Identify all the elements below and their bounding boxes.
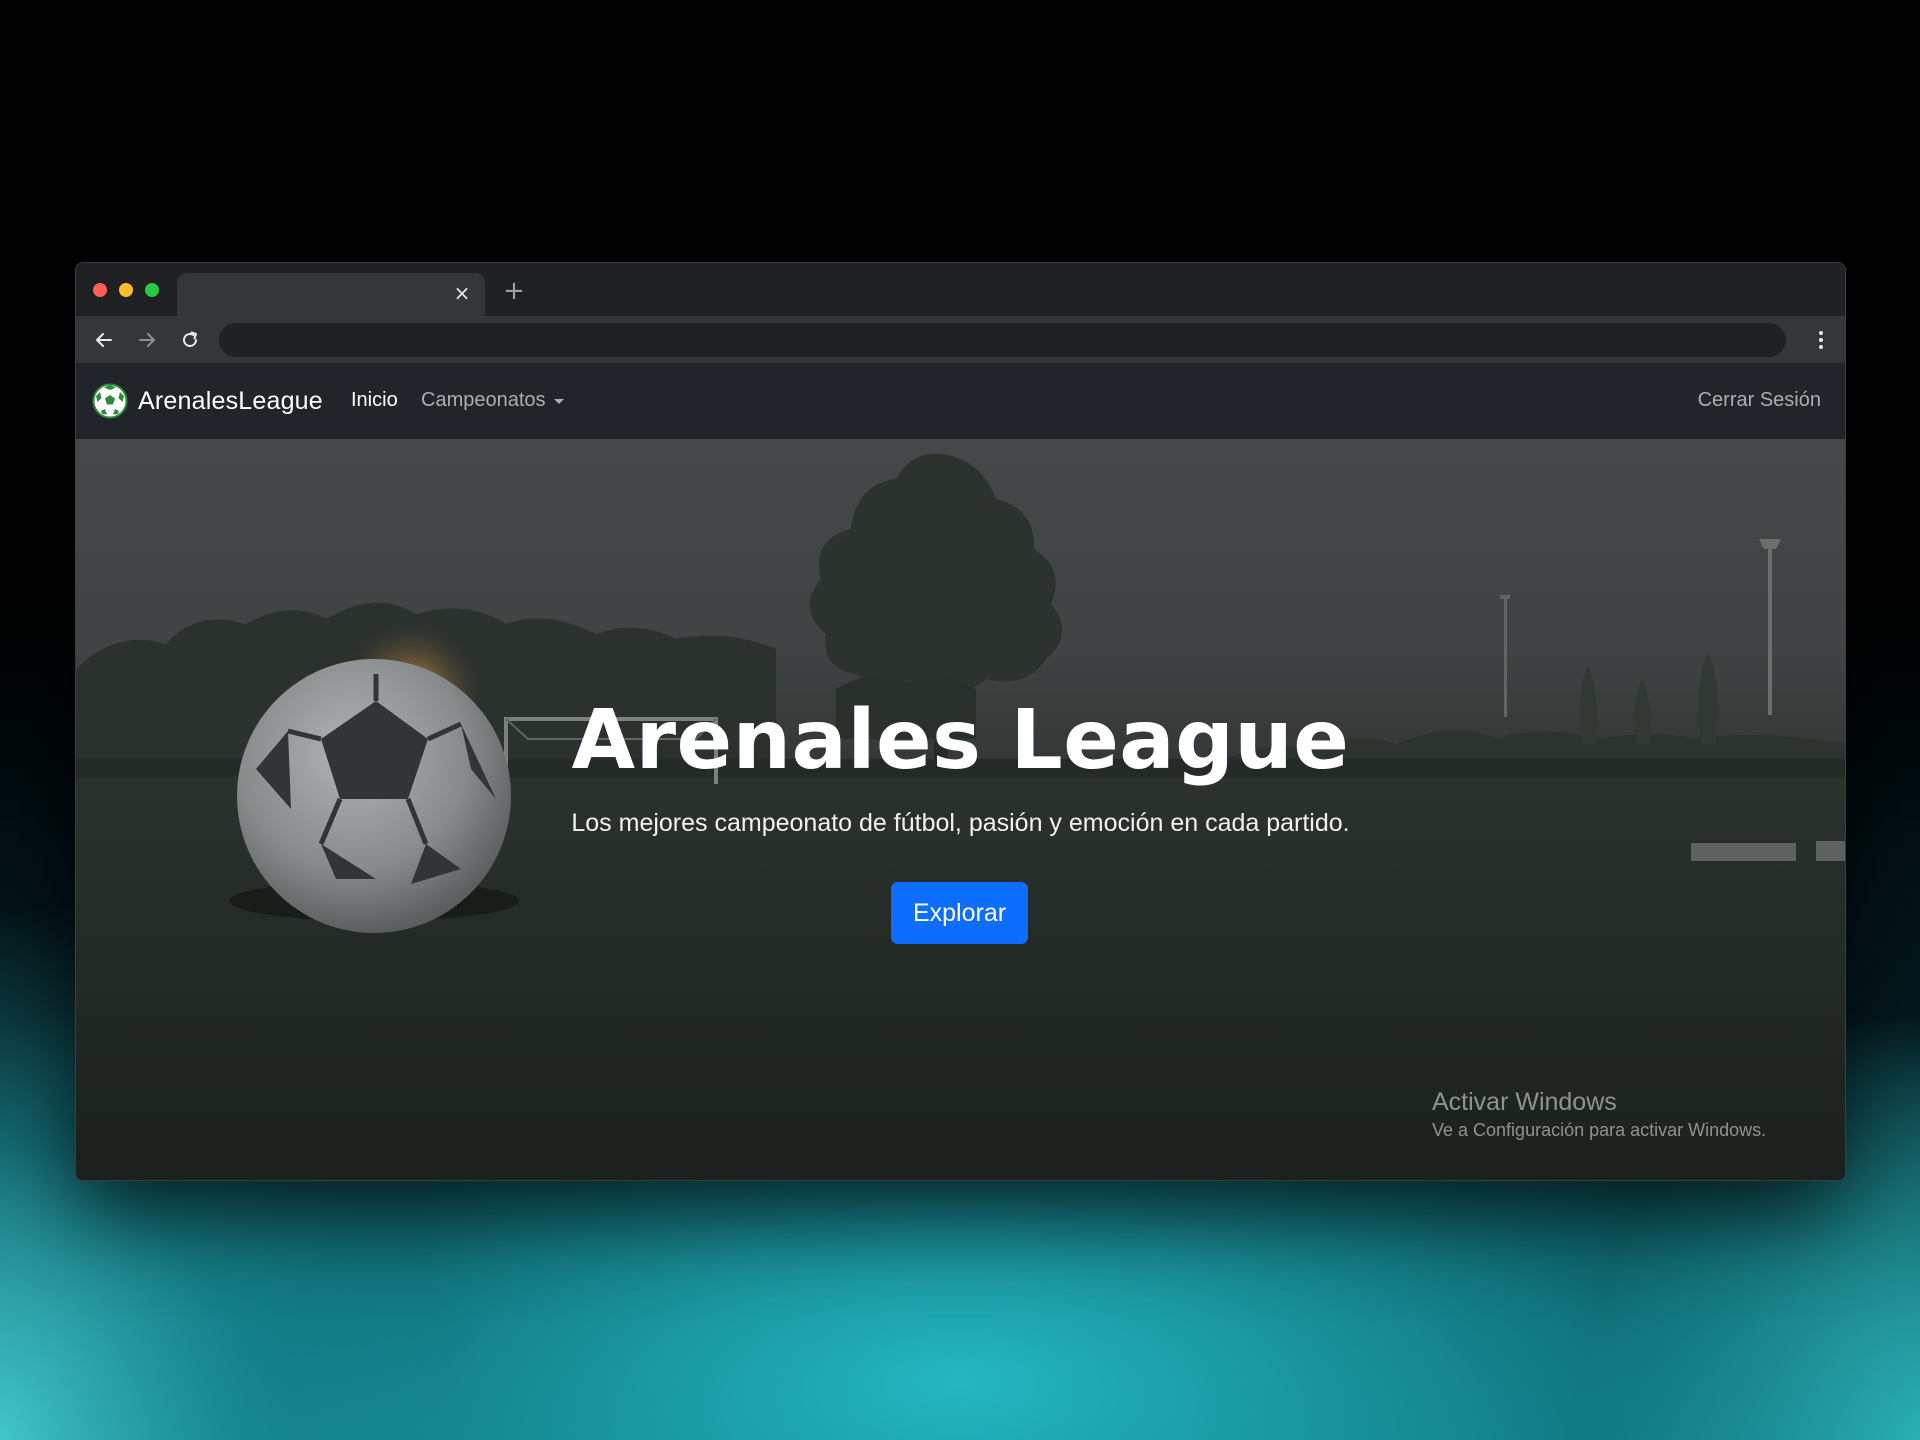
hero-title: Arenales League: [571, 693, 1350, 788]
explore-button[interactable]: Explorar: [891, 882, 1028, 944]
plus-icon[interactable]: +: [500, 277, 528, 305]
brand-name: ArenalesLeague: [138, 386, 323, 415]
browser-tab[interactable]: ×: [177, 273, 485, 316]
nav-link-inicio[interactable]: Inicio: [351, 389, 398, 412]
brand-link[interactable]: ArenalesLeague: [92, 383, 323, 419]
site-navbar: ArenalesLeague Inicio Campeonatos Cerrar…: [76, 363, 1845, 439]
minimize-window-button[interactable]: [119, 283, 133, 297]
soccer-ball-icon: [92, 383, 128, 419]
close-window-button[interactable]: [93, 283, 107, 297]
hero-subtitle: Los mejores campeonato de fútbol, pasión…: [571, 809, 1350, 837]
kebab-menu-icon[interactable]: [1809, 326, 1833, 354]
hero-section: Arenales League Los mejores campeonato d…: [76, 439, 1845, 1180]
watermark-title: Activar Windows: [1432, 1088, 1617, 1116]
reload-icon[interactable]: [176, 326, 204, 354]
back-arrow-icon[interactable]: [90, 326, 118, 354]
watermark-subtitle: Ve a Configuración para activar Windows.: [1432, 1120, 1767, 1140]
browser-window: × + ArenalesLeague Inicio Campeonatos Ce…: [75, 262, 1846, 1181]
logout-link[interactable]: Cerrar Sesión: [1698, 389, 1821, 412]
address-bar[interactable]: [219, 323, 1786, 357]
maximize-window-button[interactable]: [145, 283, 159, 297]
nav-dropdown-label: Campeonatos: [421, 389, 546, 411]
tab-bar: × +: [76, 263, 1845, 316]
nav-dropdown-campeonatos[interactable]: Campeonatos: [421, 389, 564, 412]
forward-arrow-icon[interactable]: [133, 326, 161, 354]
browser-toolbar: [76, 316, 1845, 363]
caret-down-icon: [553, 399, 564, 404]
windows-activation-watermark: Activar Windows Ve a Configuración para …: [1432, 1087, 1766, 1143]
web-page: ArenalesLeague Inicio Campeonatos Cerrar…: [76, 363, 1845, 1180]
close-icon[interactable]: ×: [451, 282, 473, 304]
